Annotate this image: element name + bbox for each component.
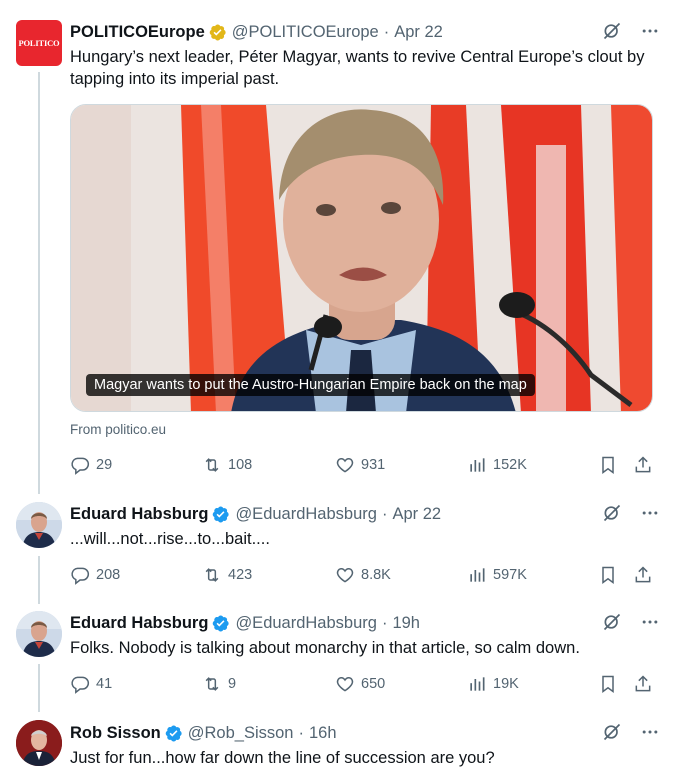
bookmark-icon[interactable] xyxy=(598,674,618,694)
separator-dot: · xyxy=(381,613,388,632)
avatar-photo-eduard xyxy=(16,502,62,548)
verified-badge-icon xyxy=(213,615,230,631)
repost-icon xyxy=(205,677,219,691)
views-button[interactable]: 19K xyxy=(467,674,519,694)
reply-button[interactable]: 208 xyxy=(70,565,120,585)
repost-icon xyxy=(205,568,219,582)
reply-button[interactable]: 29 xyxy=(70,455,112,475)
heart-icon xyxy=(336,457,354,473)
display-name[interactable]: Eduard Habsburg xyxy=(70,614,208,633)
avatar-photo-eduard xyxy=(16,611,62,657)
like-count: 8.8K xyxy=(361,567,391,583)
link-card-title: Magyar wants to put the Austro-Hungarian… xyxy=(86,374,535,396)
more-icon[interactable] xyxy=(640,612,660,632)
politico-logo: POLITICO xyxy=(18,38,60,48)
repost-button[interactable]: 423 xyxy=(202,565,252,585)
tweet-text: ...will...not...rise...to...bait.... xyxy=(70,530,270,548)
reply-count: 29 xyxy=(96,457,113,473)
verified-badge-icon xyxy=(165,725,182,741)
timestamp[interactable]: 16h xyxy=(309,724,337,743)
handle[interactable]: @Rob_Sisson xyxy=(188,724,294,743)
timestamp[interactable]: Apr 22 xyxy=(392,505,441,524)
views-count: 152K xyxy=(493,457,527,473)
avatar-photo-rob xyxy=(16,720,62,766)
link-card-image[interactable]: Magyar wants to put the Austro-Hungarian… xyxy=(70,104,653,412)
views-button[interactable]: 597K xyxy=(467,565,527,585)
reply-button[interactable]: 41 xyxy=(70,674,112,694)
repost-icon xyxy=(205,458,219,472)
handle[interactable]: @EduardHabsburg xyxy=(235,505,377,524)
more-icon[interactable] xyxy=(640,21,660,41)
separator-dot: · xyxy=(383,22,390,41)
like-count: 650 xyxy=(361,676,386,692)
more-icon[interactable] xyxy=(640,503,660,523)
photo-speaker xyxy=(71,105,652,411)
grok-icon[interactable] xyxy=(602,21,622,41)
more-icon[interactable] xyxy=(640,722,660,742)
link-source[interactable]: From politico.eu xyxy=(70,422,166,437)
views-icon xyxy=(470,677,485,691)
verified-badge-icon xyxy=(213,506,230,522)
heart-icon xyxy=(336,567,354,583)
views-count: 597K xyxy=(493,567,527,583)
share-icon[interactable] xyxy=(633,565,653,585)
bookmark-icon[interactable] xyxy=(598,565,618,585)
separator-dot: · xyxy=(381,504,388,523)
reply-count: 41 xyxy=(96,676,113,692)
verified-gold-badge-icon xyxy=(209,24,226,40)
views-button[interactable]: 152K xyxy=(467,455,527,475)
handle[interactable]: @POLITICOEurope xyxy=(232,23,379,42)
reply-icon xyxy=(71,567,90,585)
tweet-politico[interactable]: POLITICO POLITICOEurope @POLITICOEurope … xyxy=(0,0,676,490)
grok-icon[interactable] xyxy=(602,612,622,632)
tweet-text: Hungary’s next leader, Péter Magyar, wan… xyxy=(70,48,645,88)
separator-dot: · xyxy=(298,723,305,742)
repost-count: 108 xyxy=(228,457,253,473)
reply-tweet[interactable]: Rob Sisson @Rob_Sisson · 16h Just for fu… xyxy=(0,710,676,773)
like-count: 931 xyxy=(361,457,386,473)
share-icon[interactable] xyxy=(633,455,653,475)
views-count: 19K xyxy=(493,676,519,692)
reply-tweet[interactable]: Eduard Habsburg @EduardHabsburg · 19h Fo… xyxy=(0,600,676,710)
grok-icon[interactable] xyxy=(602,503,622,523)
reply-icon xyxy=(71,457,90,475)
timestamp[interactable]: 19h xyxy=(392,614,420,633)
reply-icon xyxy=(71,676,90,694)
heart-icon xyxy=(336,676,354,692)
avatar[interactable] xyxy=(16,611,62,657)
tweet-text: Just for fun...how far down the line of … xyxy=(70,749,495,767)
reply-tweet[interactable]: Eduard Habsburg @EduardHabsburg · Apr 22… xyxy=(0,490,676,600)
grok-icon[interactable] xyxy=(602,722,622,742)
like-button[interactable]: 650 xyxy=(335,674,385,694)
repost-count: 9 xyxy=(228,676,237,692)
like-button[interactable]: 8.8K xyxy=(335,565,391,585)
repost-count: 423 xyxy=(228,567,253,583)
display-name[interactable]: POLITICOEurope xyxy=(70,23,205,42)
views-icon xyxy=(470,568,485,582)
repost-button[interactable]: 9 xyxy=(202,674,236,694)
like-button[interactable]: 931 xyxy=(335,455,385,475)
avatar[interactable]: POLITICO xyxy=(16,20,62,66)
display-name[interactable]: Eduard Habsburg xyxy=(70,505,208,524)
share-icon[interactable] xyxy=(633,674,653,694)
timestamp[interactable]: Apr 22 xyxy=(394,23,443,42)
reply-count: 208 xyxy=(96,567,121,583)
avatar[interactable] xyxy=(16,720,62,766)
avatar[interactable] xyxy=(16,502,62,548)
tweet-text: Folks. Nobody is talking about monarchy … xyxy=(70,639,580,657)
display-name[interactable]: Rob Sisson xyxy=(70,724,161,743)
views-icon xyxy=(470,458,485,472)
bookmark-icon[interactable] xyxy=(598,455,618,475)
repost-button[interactable]: 108 xyxy=(202,455,252,475)
handle[interactable]: @EduardHabsburg xyxy=(235,614,377,633)
